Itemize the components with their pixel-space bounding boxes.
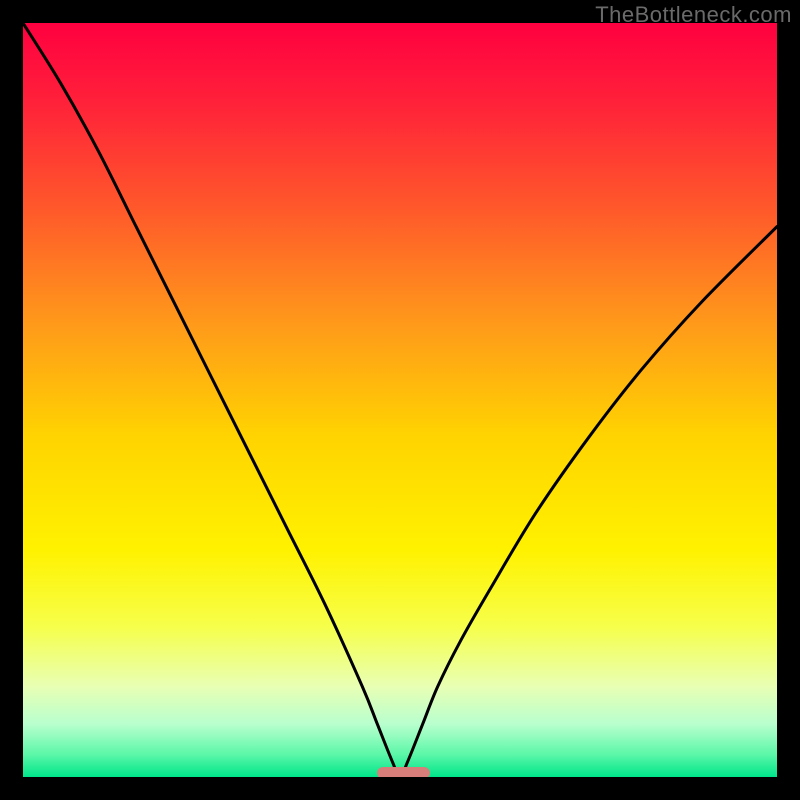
plot-area bbox=[23, 23, 777, 777]
bottleneck-curve bbox=[23, 23, 777, 777]
chart-frame: TheBottleneck.com bbox=[0, 0, 800, 800]
sweet-spot-marker bbox=[377, 767, 430, 777]
watermark-label: TheBottleneck.com bbox=[595, 2, 792, 28]
